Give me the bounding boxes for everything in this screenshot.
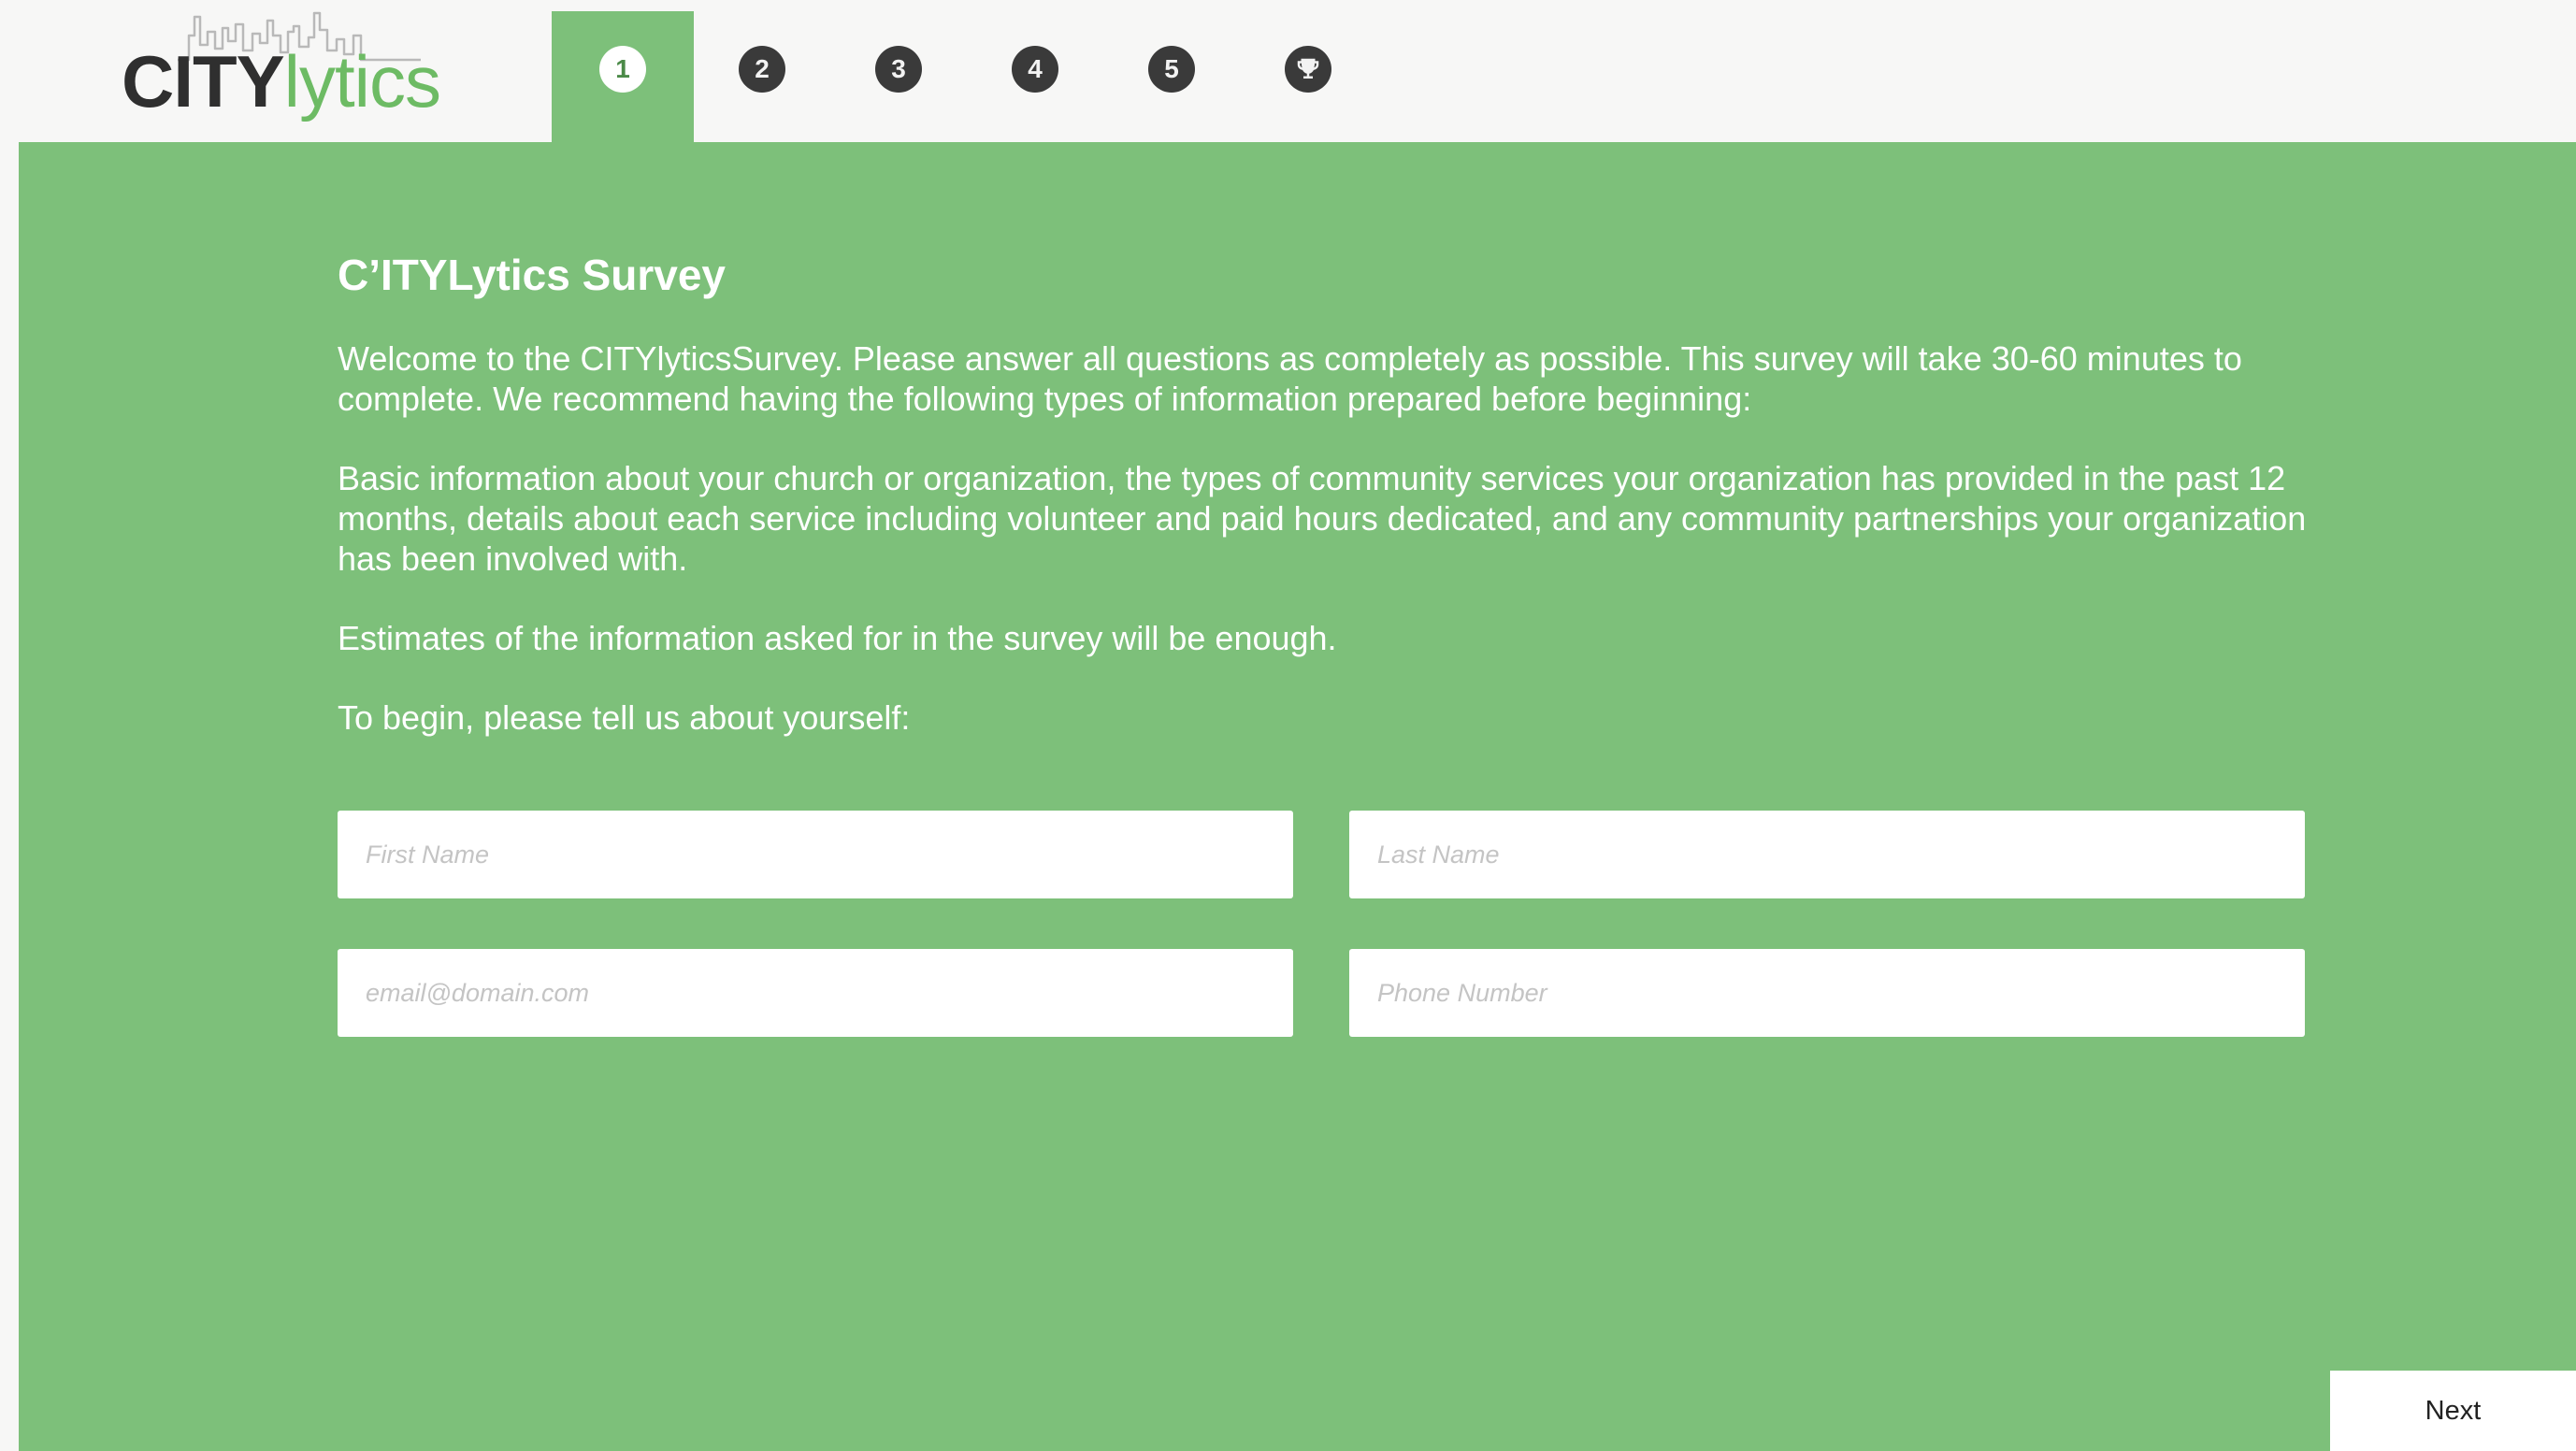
- trophy-icon: [1285, 46, 1331, 93]
- intro-paragraph-1: Welcome to the CITYlyticsSurvey. Please …: [338, 339, 2242, 419]
- first-name-input[interactable]: [338, 811, 1293, 898]
- step-tab-3[interactable]: 3: [830, 11, 967, 142]
- header-bar: CITYlytics 1 2 3 4 5: [19, 0, 2576, 142]
- phone-number-input[interactable]: [1349, 949, 2305, 1037]
- step-number-4: 4: [1012, 46, 1058, 93]
- main-panel: C’ITYLytics Survey Welcome to the CITYly…: [19, 142, 2576, 1451]
- step-tab-5[interactable]: 5: [1103, 11, 1240, 142]
- last-name-input[interactable]: [1349, 811, 2305, 898]
- about-you-form: [338, 811, 2305, 1087]
- logo-lytics-text: lytics: [283, 40, 441, 122]
- intro-paragraph-2: Basic information about your church or o…: [338, 459, 2307, 579]
- form-row-name: [338, 811, 2305, 898]
- step-progress-nav: 1 2 3 4 5: [552, 11, 1376, 142]
- page-title: C’ITYLytics Survey: [338, 251, 727, 299]
- intro-paragraph-4: To begin, please tell us about yourself:: [338, 698, 911, 738]
- survey-page: CITYlytics 1 2 3 4 5 C’ITYLytics Survey …: [0, 0, 2576, 1451]
- next-button[interactable]: Next: [2330, 1371, 2576, 1451]
- step-tab-4[interactable]: 4: [967, 11, 1103, 142]
- step-tab-2[interactable]: 2: [694, 11, 830, 142]
- form-row-contact: [338, 949, 2305, 1037]
- citylytics-logo[interactable]: CITYlytics: [122, 7, 496, 138]
- email-input[interactable]: [338, 949, 1293, 1037]
- logo-wordmark: CITYlytics: [122, 45, 441, 118]
- step-number-1: 1: [599, 46, 646, 93]
- logo-city-text: CITY: [122, 40, 285, 122]
- step-tab-finish[interactable]: [1240, 11, 1376, 142]
- step-number-2: 2: [739, 46, 785, 93]
- step-number-3: 3: [875, 46, 922, 93]
- intro-paragraph-3: Estimates of the information asked for i…: [338, 619, 1337, 658]
- step-tab-1[interactable]: 1: [552, 11, 694, 142]
- survey-intro: C’ITYLytics Survey Welcome to the CITYly…: [338, 250, 2329, 777]
- step-number-5: 5: [1148, 46, 1195, 93]
